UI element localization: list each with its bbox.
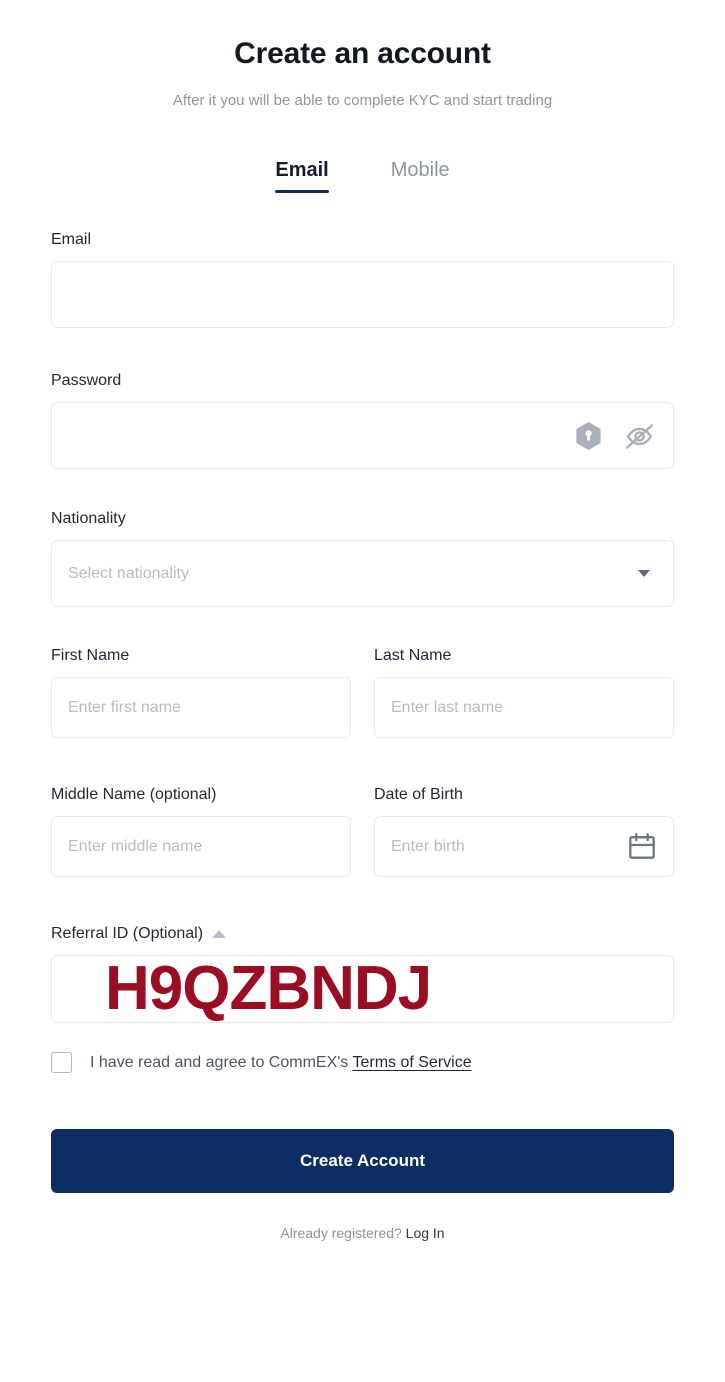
date-of-birth-input-placeholder: Enter birth <box>391 837 465 855</box>
terms-row: I have read and agree to CommEX's Terms … <box>51 1052 674 1073</box>
middle-name-label: Middle Name (optional) <box>51 786 217 803</box>
referral-input[interactable]: H9QZBNDJ <box>51 955 674 1023</box>
name-row: First Name Enter first name Last Name En… <box>51 645 674 738</box>
referral-input-value: H9QZBNDJ <box>105 954 432 1023</box>
first-name-group: First Name Enter first name <box>51 645 351 738</box>
date-of-birth-label: Date of Birth <box>374 786 463 803</box>
nationality-select[interactable]: Select nationality <box>51 540 674 607</box>
tab-mobile[interactable]: Mobile <box>391 159 450 193</box>
last-name-input[interactable]: Enter last name <box>374 677 674 738</box>
middle-name-group: Middle Name (optional) Enter middle name <box>51 784 351 877</box>
password-input[interactable] <box>51 402 674 469</box>
caret-up-icon[interactable] <box>212 929 227 938</box>
email-group: Email <box>51 229 674 328</box>
last-name-label: Last Name <box>374 647 452 664</box>
eye-off-icon[interactable] <box>624 422 655 450</box>
nationality-select-value: Select nationality <box>68 564 189 582</box>
referral-label-wrap: Referral ID (Optional) <box>51 923 674 944</box>
first-name-input-placeholder: Enter first name <box>68 698 181 716</box>
password-group: Password <box>51 370 674 469</box>
middle-name-input-placeholder: Enter middle name <box>68 837 203 855</box>
password-label: Password <box>51 372 122 389</box>
date-of-birth-group: Date of Birth Enter birth <box>374 784 674 877</box>
terms-of-service-link[interactable]: Terms of Service <box>352 1054 471 1071</box>
page-subtitle: After it you will be able to complete KY… <box>172 92 553 109</box>
calendar-icon[interactable] <box>629 833 673 860</box>
email-input[interactable] <box>51 261 674 328</box>
middle-name-input[interactable]: Enter middle name <box>51 816 351 877</box>
referral-group: Referral ID (Optional) H9QZBNDJ <box>51 923 674 1023</box>
middle-dob-row: Middle Name (optional) Enter middle name… <box>51 784 674 877</box>
signup-method-tabs: Email Mobile <box>0 159 725 193</box>
last-name-group: Last Name Enter last name <box>374 645 674 738</box>
terms-text: I have read and agree to CommEX's Terms … <box>90 1052 472 1073</box>
chevron-down-icon[interactable] <box>638 570 650 577</box>
login-footer: Already registered? Log In <box>51 1224 674 1243</box>
tab-email[interactable]: Email <box>275 159 330 193</box>
terms-text-before: I have read and agree to CommEX's <box>90 1054 349 1071</box>
first-name-input[interactable]: Enter first name <box>51 677 351 738</box>
signup-form: Email Password Nationality Select nation… <box>0 229 725 1243</box>
date-of-birth-input[interactable]: Enter birth <box>374 816 674 877</box>
referral-label: Referral ID (Optional) <box>51 925 204 942</box>
password-input-icons <box>575 421 673 451</box>
nationality-group: Nationality Select nationality <box>51 508 674 607</box>
log-in-link[interactable]: Log In <box>406 1225 445 1241</box>
first-name-label: First Name <box>51 647 130 664</box>
last-name-input-placeholder: Enter last name <box>391 698 504 716</box>
nationality-label: Nationality <box>51 510 126 527</box>
signup-page: Create an account After it you will be a… <box>0 0 725 1382</box>
page-title: Create an account <box>234 37 491 70</box>
already-registered-text: Already registered? <box>280 1225 402 1241</box>
key-hexagon-icon[interactable] <box>575 421 602 451</box>
page-header: Create an account After it you will be a… <box>0 0 725 111</box>
terms-checkbox[interactable] <box>51 1052 72 1073</box>
email-label: Email <box>51 231 92 248</box>
create-account-button[interactable]: Create Account <box>51 1129 674 1193</box>
